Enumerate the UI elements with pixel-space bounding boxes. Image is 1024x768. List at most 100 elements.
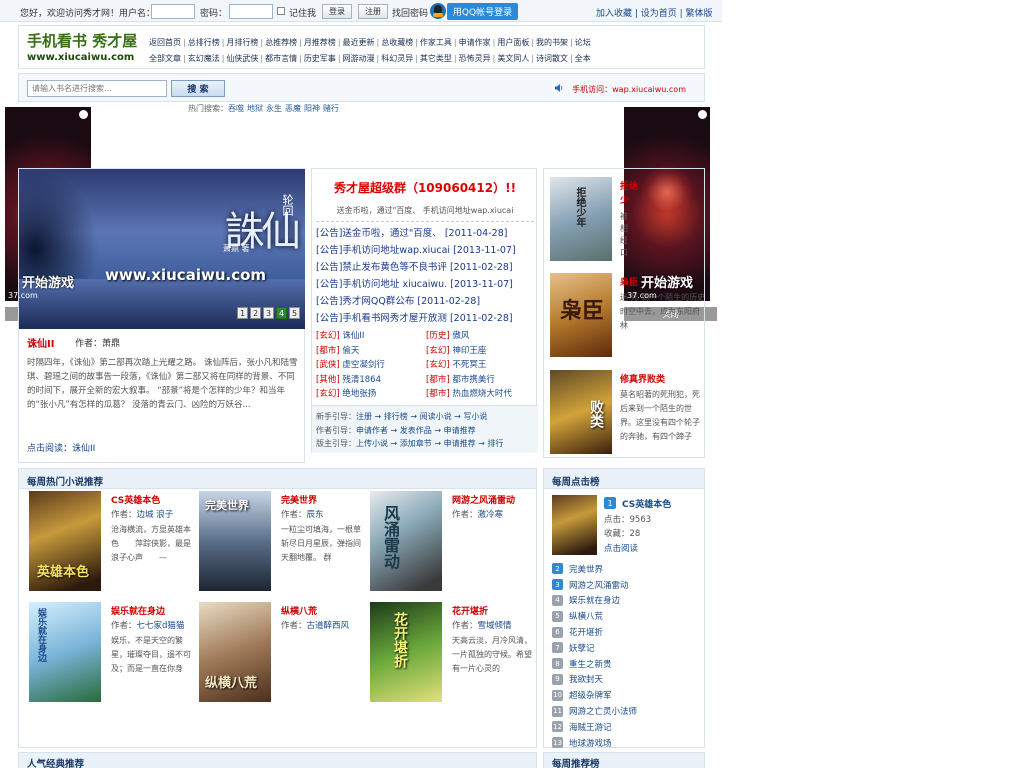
book-title[interactable]: CS英雄本色 xyxy=(111,493,160,506)
pager-button[interactable]: 1 xyxy=(237,307,248,319)
author-link[interactable]: 雪域倾情 xyxy=(478,621,512,631)
rank-list-item[interactable]: 13 地球游戏场 xyxy=(552,735,702,751)
author-link[interactable]: 辰东 xyxy=(307,510,324,520)
book-title[interactable]: 修真界败类 xyxy=(620,372,665,385)
register-button[interactable]: 注册 xyxy=(358,4,388,19)
book-title[interactable]: 纵横八荒 xyxy=(281,604,317,617)
rank-book-title[interactable]: 地球游戏场 xyxy=(569,737,612,749)
grid-cell[interactable]: [都市] 热血燃烧大时代 xyxy=(426,387,536,402)
book-link[interactable]: 不死冥王 xyxy=(452,360,486,370)
nav-link[interactable]: 其它类型 xyxy=(420,54,452,63)
featured-title[interactable]: 诛仙II xyxy=(27,335,54,350)
book-title[interactable]: 娱乐就在身边 xyxy=(111,604,165,617)
book-link[interactable]: 残清1864 xyxy=(342,375,381,385)
book-link[interactable]: 虚空凝剑行 xyxy=(342,360,385,370)
book-cover[interactable]: 娱乐就在身边 xyxy=(29,602,101,702)
book-cover[interactable]: 完美世界 xyxy=(199,491,271,591)
hot-search-term[interactable]: 恶魔 xyxy=(285,104,301,113)
nav-link[interactable]: 网游动漫 xyxy=(343,54,375,63)
rank-list-item[interactable]: 6 花开堪折 xyxy=(552,624,702,640)
pager-button[interactable]: 2 xyxy=(250,307,261,319)
book-link[interactable]: 都市携美行 xyxy=(452,375,495,385)
nav-link[interactable]: 恐怖灵异 xyxy=(459,54,491,63)
notice-text[interactable]: 手机看书网秀才屋开放测 xyxy=(342,313,447,324)
notice-text[interactable]: 禁止发布黄色等不良书评 xyxy=(342,262,447,273)
grid-cell[interactable]: [玄幻] 不死冥王 xyxy=(426,358,536,373)
book-title[interactable]: 花开堪折 xyxy=(452,604,488,617)
book-cover[interactable]: 纵横八荒 xyxy=(199,602,271,702)
grid-cell[interactable]: [都市] 偷天 xyxy=(316,344,426,359)
rank-book-title[interactable]: 娱乐就在身边 xyxy=(569,594,620,606)
remember-checkbox[interactable] xyxy=(277,7,285,15)
grid-cell[interactable]: [玄幻] 诛仙II xyxy=(316,329,426,344)
rank-list-item[interactable]: 9 我欲封天 xyxy=(552,672,702,688)
notice-item[interactable]: [公告]送金币啦，通过"百度、 [2011-04-28] xyxy=(316,225,536,242)
rank-list-item[interactable]: 12 海贼王游记 xyxy=(552,719,702,735)
nav-link[interactable]: 月排行榜 xyxy=(226,38,258,47)
pager-button[interactable]: 5 xyxy=(289,307,300,319)
rank-book-title[interactable]: 网游之风涌雷动 xyxy=(569,579,629,591)
nav-link[interactable]: 返回首页 xyxy=(149,38,181,47)
notice-text[interactable]: 送金币啦，通过"百度、 xyxy=(342,228,441,239)
book-title[interactable]: 网游之风涌雷动 xyxy=(452,493,515,506)
rank-book-title[interactable]: 妖孽记 xyxy=(569,642,595,654)
top-right-links[interactable]: 加入收藏 | 设为首页 | 繁体版 xyxy=(596,6,713,19)
find-password-link[interactable]: 找回密码 xyxy=(392,6,428,19)
notice-item[interactable]: [公告]秀才网QQ群公布 [2011-02-28] xyxy=(316,293,536,310)
search-button[interactable]: 搜 索 xyxy=(171,80,225,97)
grid-cell[interactable]: [武侠] 虚空凝剑行 xyxy=(316,358,426,373)
mobile-access-link[interactable]: 手机访问：wap.xiucaiwu.com xyxy=(572,84,686,95)
book-cover[interactable]: 败类 xyxy=(550,370,612,454)
guide-links[interactable]: 注册 → 排行榜 → 阅读小说 → 写小说 xyxy=(356,412,487,421)
book-link[interactable]: 热血燃烧大时代 xyxy=(452,389,512,399)
book-cover[interactable]: 花开堪折 xyxy=(370,602,442,702)
rank-list-item[interactable]: 2 完美世界 xyxy=(552,561,702,577)
nav-link[interactable]: 仙侠武侠 xyxy=(226,54,258,63)
rank-book-title[interactable]: 我欲封天 xyxy=(569,673,603,685)
book-link[interactable]: 傲风 xyxy=(452,331,469,341)
guide-links[interactable]: 上传小说 → 添加章节 → 申请推荐 → 排行 xyxy=(356,439,503,448)
ad-play-text[interactable]: 开始游戏 xyxy=(626,272,708,292)
author-link[interactable]: 古道醉西风 xyxy=(307,621,350,631)
pager-button[interactable]: 4 xyxy=(276,307,287,319)
book-cover[interactable] xyxy=(552,495,597,555)
nav-link[interactable]: 作家工具 xyxy=(420,38,452,47)
guide-links[interactable]: 申请作者 → 发表作品 → 申请推荐 xyxy=(356,426,476,435)
rank-list-item[interactable]: 7 妖孽记 xyxy=(552,640,702,656)
nav-link[interactable]: 玄幻魔法 xyxy=(188,54,220,63)
username-input[interactable] xyxy=(151,4,195,19)
notice-title[interactable]: 秀才屋超级群（109060412）!! xyxy=(312,179,538,196)
nav-link[interactable]: 我的书架 xyxy=(536,38,568,47)
nav-link[interactable]: 总推荐榜 xyxy=(265,38,297,47)
grid-cell[interactable]: [玄幻] 神印王座 xyxy=(426,344,536,359)
featured-banner[interactable]: 誅仙 轮回 萧鼎 著 www.xiucaiwu.com xyxy=(19,169,305,329)
nav-link[interactable]: 用户面板 xyxy=(497,38,529,47)
nav-link[interactable]: 最近更新 xyxy=(343,38,375,47)
notice-text[interactable]: 秀才网QQ群公布 xyxy=(342,296,414,307)
book-link[interactable]: 偷天 xyxy=(342,346,359,356)
nav-link[interactable]: 全本 xyxy=(575,54,591,63)
rank-list-item[interactable]: 10 超级杂牌军 xyxy=(552,687,702,703)
book-title[interactable]: 完美世界 xyxy=(281,493,317,506)
book-card[interactable]: 花开堪折 花开堪折 作者：雪域倾情 天高云淡，月冷风清，一片孤独的守候。希望有一… xyxy=(370,602,540,707)
login-button[interactable]: 登录 xyxy=(322,4,352,19)
book-cover[interactable]: 英雄本色 xyxy=(29,491,101,591)
book-title[interactable]: 拒绝 xyxy=(620,179,638,192)
hot-search-term[interactable]: 地狱 xyxy=(247,104,263,113)
rank-list-item[interactable]: 4 娱乐就在身边 xyxy=(552,593,702,609)
rank-list-item[interactable]: 5 纵横八荒 xyxy=(552,608,702,624)
nav-link[interactable]: 诗词散文 xyxy=(536,54,568,63)
book-card[interactable]: 娱乐就在身边 娱乐就在身边 作者：七七家d猫猫 娱乐，不是天空的繁星，璀璨夺目，… xyxy=(29,602,199,707)
pager-button[interactable]: 3 xyxy=(263,307,274,319)
book-card[interactable]: 英雄本色 CS英雄本色 作者：边城 浪子 沧海横流，方显英雄本色 萍踪侠影，最是… xyxy=(29,491,199,596)
book-link[interactable]: 神印王座 xyxy=(452,346,486,356)
notice-text[interactable]: 手机访问地址wap.xiucai xyxy=(342,245,450,256)
rank-list-item[interactable]: 11 网游之亡灵小法师 xyxy=(552,703,702,719)
book-link[interactable]: 绝地张扬 xyxy=(342,389,376,399)
rank-book-title[interactable]: 网游之亡灵小法师 xyxy=(569,705,637,717)
list-item[interactable]: 败类 修真界败类 莫名昭著的死刑犯，死后来到一个陌生的世界。这里没有四个轮子的奔… xyxy=(550,370,704,457)
featured-read-link[interactable]: 点击阅读：诛仙II xyxy=(27,441,95,454)
notice-item[interactable]: [公告]手机访问地址wap.xiucai [2013-11-07] xyxy=(316,242,536,259)
rank-list-item[interactable]: 8 重生之新贵 xyxy=(552,656,702,672)
hot-search-term[interactable]: 永生 xyxy=(266,104,282,113)
